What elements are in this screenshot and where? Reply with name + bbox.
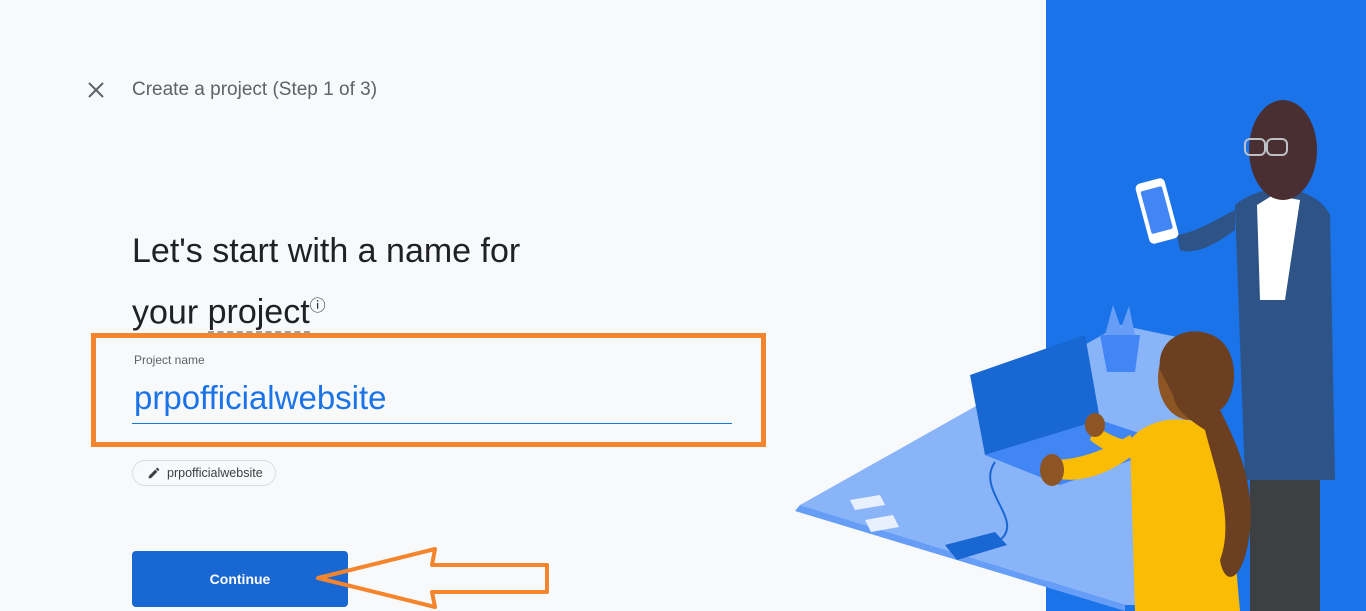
close-button[interactable]: [84, 78, 108, 102]
project-name-input[interactable]: [132, 372, 732, 424]
annotation-arrow: [316, 547, 549, 609]
project-id-text: prpofficialwebsite: [167, 466, 263, 480]
heading-line-2-prefix: your: [132, 293, 208, 332]
project-name-label: Project name: [134, 353, 205, 367]
close-icon: [88, 82, 104, 98]
man-head: [1249, 100, 1317, 200]
pencil-icon: [148, 467, 160, 479]
page-title: Create a project (Step 1 of 3): [132, 79, 378, 100]
project-id-chip[interactable]: prpofficialwebsite: [132, 460, 276, 486]
project-term-link[interactable]: project: [207, 293, 310, 334]
illustration-people-at-desk: [795, 0, 1366, 611]
heading-line-1: Let's start with a name for: [132, 232, 521, 270]
prompt-heading: Let's start with a name for your project…: [132, 224, 652, 340]
help-circle-icon[interactable]: ⓘ: [310, 298, 326, 315]
